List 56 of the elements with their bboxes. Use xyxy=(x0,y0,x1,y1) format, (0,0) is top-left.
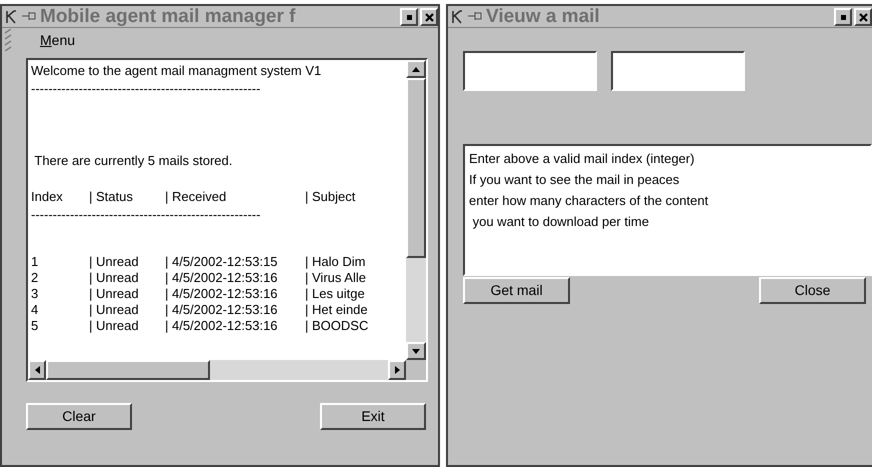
instruction-line: enter how many characters of the content xyxy=(469,192,710,210)
table-cell-text: | 4/5/2002-12:53:16 xyxy=(165,270,279,286)
table-cell: | Virus Alle xyxy=(305,270,366,286)
table-cell-text: | Unread xyxy=(89,302,140,318)
table-cell-text: 1 xyxy=(31,254,40,270)
table-cell-text: | Unread xyxy=(89,286,140,302)
table-cell-text: | 4/5/2002-12:53:16 xyxy=(165,286,279,302)
table-cell: | Les uitge xyxy=(305,286,365,302)
table-cell-text: | Unread xyxy=(89,254,140,270)
table-cell-text: 4 xyxy=(31,302,40,318)
log-line: Welcome to the agent mail managment system V1 xyxy=(31,62,322,80)
window-title: Mobile agent mail manager f xyxy=(40,6,296,27)
column-header: | Status xyxy=(89,188,134,206)
instruction-line: you want to download per time xyxy=(472,213,650,231)
close-icon xyxy=(424,12,434,22)
log-line: ----------------------------------------------------- xyxy=(31,206,262,224)
menu-item[interactable]: Menu xyxy=(40,30,76,50)
table-cell-text: 3 xyxy=(31,286,40,302)
close-window-button[interactable]: Close xyxy=(759,277,866,304)
right-arrow-icon xyxy=(394,366,400,374)
table-cell-text: 2 xyxy=(31,270,40,286)
table-cell-text: | Unread xyxy=(89,270,140,286)
column-header: Index xyxy=(31,188,64,206)
table-cell-text: | Unread xyxy=(89,318,140,334)
column-header: | Subject xyxy=(305,188,356,206)
vertical-scrollbar[interactable] xyxy=(406,60,426,360)
grip-icon[interactable] xyxy=(4,29,12,51)
close-button[interactable] xyxy=(854,8,872,26)
exit-button[interactable]: Exit xyxy=(320,403,426,430)
table-cell-text: | 4/5/2002-12:53:16 xyxy=(165,318,279,334)
clear-button[interactable]: Clear xyxy=(26,403,132,430)
close-icon xyxy=(858,12,868,22)
pin-icon[interactable] xyxy=(468,11,482,21)
table-cell: | Het einde xyxy=(305,302,368,318)
minimize-button[interactable] xyxy=(834,8,852,26)
down-arrow-icon xyxy=(412,348,420,354)
log-line: ----------------------------------------------------- xyxy=(31,80,262,98)
window-title: Vieuw a mail xyxy=(486,6,600,27)
chunk-size-field[interactable] xyxy=(611,51,745,91)
instruction-line: Enter above a valid mail index (integer) xyxy=(469,150,696,168)
instruction-line: If you want to see the mail in peaces xyxy=(469,171,680,189)
get-mail-button[interactable]: Get mail xyxy=(463,277,570,304)
log-line: There are currently 5 mails stored. xyxy=(33,152,234,170)
table-cell-text: | 4/5/2002-12:53:15 xyxy=(165,254,279,270)
minimize-button[interactable] xyxy=(400,8,418,26)
pin-icon[interactable] xyxy=(22,11,36,21)
horizontal-scrollbar[interactable] xyxy=(28,360,406,380)
up-arrow-icon xyxy=(412,66,420,72)
table-cell-text: 5 xyxy=(31,318,40,334)
left-arrow-icon xyxy=(34,366,40,374)
table-cell: | BOODSC xyxy=(305,318,368,334)
table-cell: | Halo Dim xyxy=(305,254,366,270)
column-header: | Received xyxy=(165,188,228,206)
index-field[interactable] xyxy=(463,51,597,91)
table-cell-text: | 4/5/2002-12:53:16 xyxy=(165,302,279,318)
close-button[interactable] xyxy=(420,8,438,26)
